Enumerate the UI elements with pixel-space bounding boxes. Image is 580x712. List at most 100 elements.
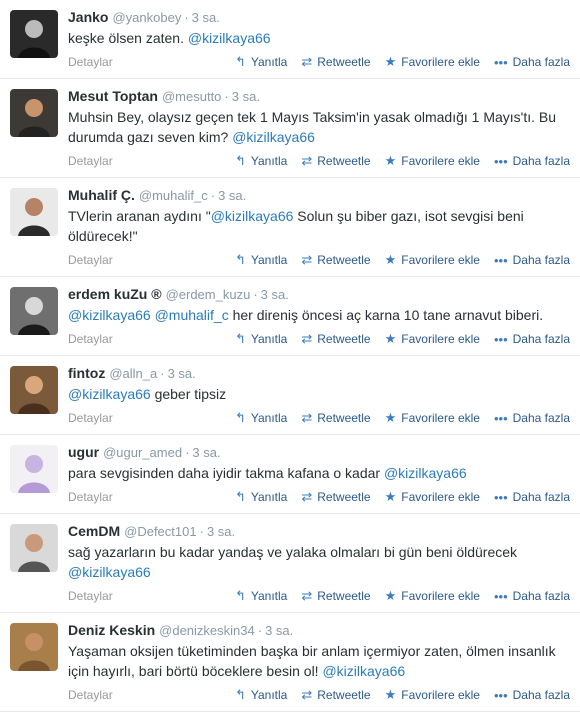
retweet-button[interactable]: ⇄ Retweetle [301, 331, 370, 347]
retweet-label: Retweetle [317, 154, 371, 168]
mention-link[interactable]: @kizilkaya66 [68, 386, 151, 402]
author-handle[interactable]: @yankobey [112, 10, 181, 25]
author-handle[interactable]: @Defect101 [124, 524, 196, 539]
favorite-button[interactable]: ★ Favorilere ekle [385, 153, 480, 169]
more-button[interactable]: ••• Daha fazla [494, 411, 570, 426]
author-handle[interactable]: @alln_a [109, 366, 157, 381]
mention-link[interactable]: @kizilkaya66 [232, 129, 315, 145]
author-name[interactable]: erdem kuZu ® [68, 286, 162, 302]
author-handle[interactable]: @ugur_amed [103, 445, 182, 460]
tweet-time[interactable]: 3 sa. [192, 445, 220, 460]
retweet-button[interactable]: ⇄ Retweetle [301, 252, 370, 268]
tweet[interactable]: Janko @yankobey · 3 sa. keşke ölsen zaten. … [0, 0, 580, 79]
avatar[interactable] [10, 445, 58, 493]
details-link[interactable]: Detaylar [68, 55, 235, 69]
retweet-label: Retweetle [317, 490, 371, 504]
tweet-time[interactable]: 3 sa. [168, 366, 196, 381]
favorite-button[interactable]: ★ Favorilere ekle [385, 489, 480, 505]
tweet-text-part: para sevgisinden daha iyidir takma kafan… [68, 465, 384, 481]
reply-button[interactable]: ↰ Yanıtla [235, 687, 287, 703]
author-handle[interactable]: @mesutto [162, 89, 221, 104]
reply-button[interactable]: ↰ Yanıtla [235, 489, 287, 505]
mention-link[interactable]: @kizilkaya66 [384, 465, 467, 481]
author-name[interactable]: Deniz Keskin [68, 622, 155, 638]
more-button[interactable]: ••• Daha fazla [494, 154, 570, 169]
reply-button[interactable]: ↰ Yanıtla [235, 153, 287, 169]
more-dots-icon: ••• [493, 410, 508, 426]
tweet-time[interactable]: 3 sa. [232, 89, 260, 104]
favorite-button[interactable]: ★ Favorilere ekle [385, 410, 480, 426]
author-name[interactable]: Muhalif Ç. [68, 187, 135, 203]
favorite-button[interactable]: ★ Favorilere ekle [385, 331, 480, 347]
retweet-icon: ⇄ [301, 687, 313, 702]
retweet-button[interactable]: ⇄ Retweetle [301, 489, 370, 505]
more-button[interactable]: ••• Daha fazla [494, 332, 570, 347]
author-name[interactable]: fintoz [68, 365, 105, 381]
retweet-button[interactable]: ⇄ Retweetle [301, 153, 370, 169]
details-link[interactable]: Detaylar [68, 688, 235, 702]
reply-button[interactable]: ↰ Yanıtla [235, 588, 287, 604]
tweet[interactable]: Mesut Toptan @mesutto · 3 sa. Muhsin Bey, o… [0, 79, 580, 178]
tweet-time[interactable]: 3 sa. [218, 188, 246, 203]
avatar[interactable] [10, 623, 58, 671]
retweet-label: Retweetle [317, 688, 371, 702]
retweet-button[interactable]: ⇄ Retweetle [301, 687, 370, 703]
retweet-button[interactable]: ⇄ Retweetle [301, 588, 370, 604]
details-link[interactable]: Detaylar [68, 589, 235, 603]
mention-link[interactable]: @kizilkaya66 [68, 564, 151, 580]
mention-link[interactable]: @kizilkaya66 [68, 307, 151, 323]
author-name[interactable]: CemDM [68, 523, 120, 539]
reply-button[interactable]: ↰ Yanıtla [235, 410, 287, 426]
details-link[interactable]: Detaylar [68, 332, 235, 346]
tweet-time[interactable]: 3 sa. [207, 524, 235, 539]
author-name[interactable]: Mesut Toptan [68, 88, 158, 104]
author-name[interactable]: ugur [68, 444, 99, 460]
reply-label: Yanıtla [250, 154, 288, 168]
reply-button[interactable]: ↰ Yanıtla [235, 54, 287, 70]
mention-link[interactable]: @muhalif_c [155, 307, 229, 323]
avatar[interactable] [10, 188, 58, 236]
details-link[interactable]: Detaylar [68, 154, 235, 168]
mention-link[interactable]: @kizilkaya66 [188, 30, 271, 46]
avatar[interactable] [10, 10, 58, 58]
tweet[interactable]: CemDM @Defect101 · 3 sa. sağ yazarların bu … [0, 514, 580, 613]
avatar[interactable] [10, 524, 58, 572]
tweet-actions: Detaylar ↰ Yanıtla ⇄ Retweetle ★ Favorilere… [68, 586, 570, 606]
favorite-button[interactable]: ★ Favorilere ekle [385, 687, 480, 703]
tweet-time[interactable]: 3 sa. [192, 10, 220, 25]
favorite-button[interactable]: ★ Favorilere ekle [385, 252, 480, 268]
retweet-button[interactable]: ⇄ Retweetle [301, 54, 370, 70]
mention-link[interactable]: @kizilkaya66 [211, 208, 294, 224]
more-button[interactable]: ••• Daha fazla [494, 490, 570, 505]
tweet[interactable]: ugur @ugur_amed · 3 sa. para sevgisinden da… [0, 435, 580, 514]
author-handle[interactable]: @denizkeskin34 [159, 623, 255, 638]
avatar[interactable] [10, 366, 58, 414]
details-link[interactable]: Detaylar [68, 253, 235, 267]
author-name[interactable]: Janko [68, 9, 108, 25]
more-button[interactable]: ••• Daha fazla [494, 688, 570, 703]
reply-button[interactable]: ↰ Yanıtla [235, 252, 287, 268]
more-button[interactable]: ••• Daha fazla [494, 589, 570, 604]
favorite-button[interactable]: ★ Favorilere ekle [385, 54, 480, 70]
details-link[interactable]: Detaylar [68, 411, 235, 425]
mention-link[interactable]: @kizilkaya66 [322, 663, 405, 679]
more-dots-icon: ••• [493, 489, 508, 505]
more-button[interactable]: ••• Daha fazla [494, 55, 570, 70]
favorite-button[interactable]: ★ Favorilere ekle [385, 588, 480, 604]
avatar[interactable] [10, 89, 58, 137]
tweet[interactable]: Muhalif Ç. @muhalif_c · 3 sa. TVlerin arana… [0, 178, 580, 277]
tweet-text: @kizilkaya66 @muhalif_c her direniş önce… [68, 305, 570, 325]
author-handle[interactable]: @erdem_kuzu [166, 287, 251, 302]
star-icon: ★ [384, 410, 397, 425]
tweet[interactable]: erdem kuZu ® @erdem_kuzu · 3 sa. @kizilkaya… [0, 277, 580, 356]
tweet[interactable]: Deniz Keskin @denizkeskin34 · 3 sa. Yaşaman… [0, 613, 580, 712]
retweet-button[interactable]: ⇄ Retweetle [301, 410, 370, 426]
more-button[interactable]: ••• Daha fazla [494, 253, 570, 268]
details-link[interactable]: Detaylar [68, 490, 235, 504]
avatar[interactable] [10, 287, 58, 335]
author-handle[interactable]: @muhalif_c [139, 188, 208, 203]
tweet[interactable]: fintoz @alln_a · 3 sa. @kizilkaya66 geber t… [0, 356, 580, 435]
reply-button[interactable]: ↰ Yanıtla [235, 331, 287, 347]
tweet-time[interactable]: 3 sa. [261, 287, 289, 302]
tweet-time[interactable]: 3 sa. [265, 623, 293, 638]
